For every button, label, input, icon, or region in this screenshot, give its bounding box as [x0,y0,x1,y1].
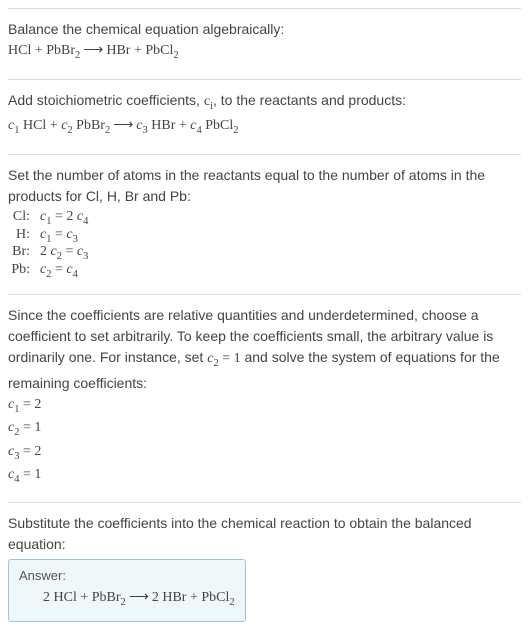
answer-box: Answer: 2 HCl + PbBr2⟶2 HBr + PbCl2 [8,559,246,623]
coeff-line: c4 = 1 [8,464,521,488]
section-atom-balance: Set the number of atoms in the reactants… [8,154,521,294]
solve-prompt: Since the coefficients are relative quan… [8,305,521,394]
coeff-equation: c1 HCl + c2 PbBr2⟶c3 HBr + c4 PbCl2 [8,115,521,140]
element-label: Cl: [8,209,40,227]
coeff-line: c2 = 1 [8,417,521,441]
coeff-line: c1 = 2 [8,394,521,418]
table-row: Br: 2 c2 = c3 [8,244,94,262]
coefficient-solutions: c1 = 2 c2 = 1 c3 = 2 c4 = 1 [8,394,521,488]
problem-prompt: Balance the chemical equation algebraica… [8,19,521,40]
section-add-coeffs: Add stoichiometric coefficients, ci, to … [8,79,521,154]
element-label: Pb: [8,262,40,280]
element-equation: c1 = c3 [40,227,94,245]
balanced-equation: 2 HCl + PbBr2⟶2 HBr + PbCl2 [19,587,235,612]
atom-balance-prompt: Set the number of atoms in the reactants… [8,165,521,207]
element-equation: 2 c2 = c3 [40,244,94,262]
coeff-line: c3 = 2 [8,441,521,465]
section-answer: Substitute the coefficients into the che… [8,502,521,637]
table-row: Pb: c2 = c4 [8,262,94,280]
answer-label: Answer: [19,568,235,583]
unbalanced-equation: HCl + PbBr2⟶HBr + PbCl2 [8,40,521,65]
element-label: Br: [8,244,40,262]
section-solve: Since the coefficients are relative quan… [8,294,521,502]
table-row: H: c1 = c3 [8,227,94,245]
element-equation: c2 = c4 [40,262,94,280]
element-equation: c1 = 2 c4 [40,209,94,227]
section-problem: Balance the chemical equation algebraica… [8,8,521,79]
answer-prompt: Substitute the coefficients into the che… [8,513,521,555]
table-row: Cl: c1 = 2 c4 [8,209,94,227]
atom-balance-table: Cl: c1 = 2 c4 H: c1 = c3 Br: 2 c2 = c3 P… [8,209,94,280]
add-coeffs-prompt: Add stoichiometric coefficients, ci, to … [8,90,521,116]
element-label: H: [8,227,40,245]
